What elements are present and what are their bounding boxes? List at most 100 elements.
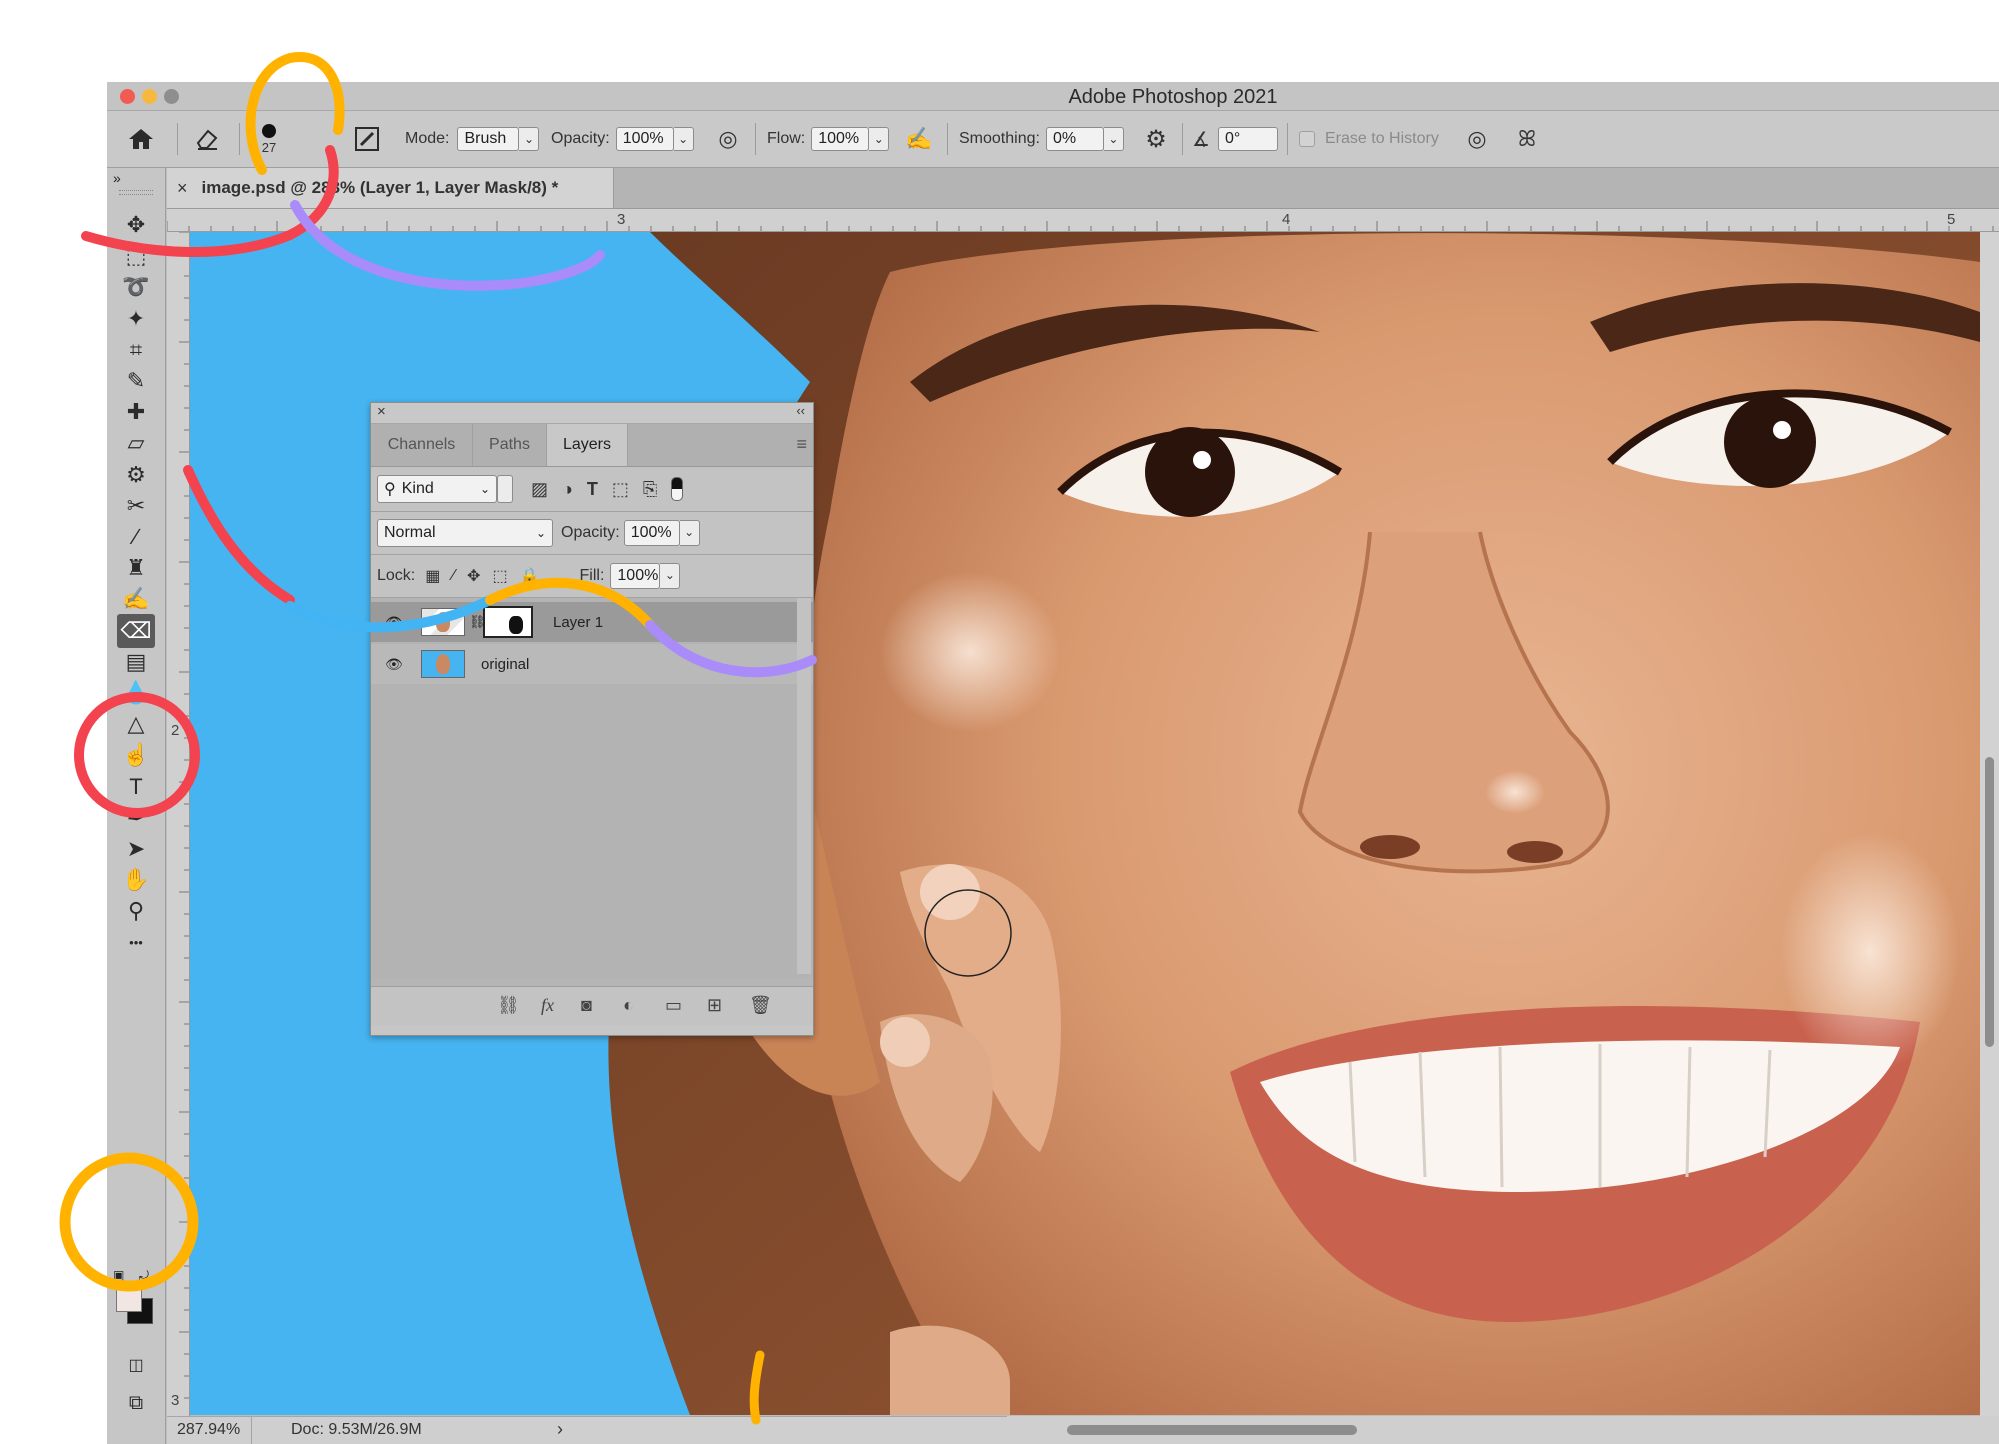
swap-colors-icon[interactable]: ⤾ xyxy=(139,1268,149,1283)
vertical-scrollbar[interactable] xyxy=(1980,232,1999,1417)
angle-input[interactable]: 0° xyxy=(1217,127,1278,151)
symmetry-butterfly-icon[interactable]: ꕤ xyxy=(1510,111,1544,167)
toolbox-grip[interactable] xyxy=(119,190,153,195)
panel-close-icon[interactable]: × xyxy=(377,403,386,420)
new-layer-icon[interactable]: ⊞ xyxy=(707,995,722,1016)
panel-menu-icon[interactable]: ≡ xyxy=(796,434,807,455)
panel-resize-grip[interactable] xyxy=(371,1025,813,1035)
foreground-color-swatch[interactable] xyxy=(116,1286,142,1312)
layer-mask-thumbnail[interactable] xyxy=(483,606,533,638)
link-icon[interactable]: ⛓ xyxy=(497,995,520,1016)
brush-size-picker[interactable]: 27 xyxy=(247,111,291,167)
tab-channels[interactable]: Channels xyxy=(371,424,473,466)
eyedropper-tool-icon[interactable]: ✎ xyxy=(117,364,155,398)
gradient-tool-icon[interactable]: ▤ xyxy=(117,645,155,679)
filter-pixel-icon[interactable]: ▨ xyxy=(531,479,548,500)
eraser-preset-icon[interactable] xyxy=(187,111,227,167)
hand-tool-icon[interactable]: ✋ xyxy=(117,863,155,897)
adjustment-icon[interactable]: ◐ xyxy=(623,995,634,1016)
smudge-tool-icon[interactable]: ☝ xyxy=(117,738,155,772)
visibility-eye-icon[interactable]: 👁 xyxy=(385,614,403,631)
path-selection-tool-icon[interactable]: ➤ xyxy=(117,832,155,866)
more-tools-icon[interactable]: ••• xyxy=(117,926,155,960)
lock-transparent-icon[interactable]: ▦ xyxy=(425,566,440,586)
filter-adjustment-icon[interactable]: ◑ xyxy=(562,479,573,500)
layer-row-layer-1[interactable]: 👁 ⛓ Layer 1 xyxy=(371,602,813,642)
close-tab-icon[interactable]: × xyxy=(177,178,188,199)
spot-healing-tool-icon[interactable]: ✚ xyxy=(117,395,155,429)
filter-toggle-icon[interactable] xyxy=(671,477,684,501)
horizontal-scroll-thumb[interactable] xyxy=(1067,1425,1357,1435)
blur-tool-icon[interactable]: 💧 xyxy=(117,676,155,710)
lock-artboard-icon[interactable]: ⬚ xyxy=(492,566,507,586)
brush-tool-icon[interactable]: ∕ xyxy=(117,520,155,554)
filter-type-icon[interactable]: T xyxy=(587,479,598,500)
move-tool-icon[interactable]: ✥ xyxy=(117,208,155,242)
erase-to-history-checkbox[interactable] xyxy=(1299,131,1315,147)
magic-wand-tool-icon[interactable]: ✦ xyxy=(117,302,155,336)
zoom-tool-icon[interactable]: ⚲ xyxy=(117,894,155,928)
tab-paths[interactable]: Paths xyxy=(473,424,547,466)
lock-image-icon[interactable]: ∕ xyxy=(452,567,455,585)
marquee-tool-icon[interactable]: ⬚ xyxy=(117,239,155,273)
sharpen-tool-icon[interactable]: △ xyxy=(117,707,155,741)
healing-brush-tool-icon[interactable]: ▱ xyxy=(117,426,155,460)
smoothing-options-gear-icon[interactable]: ⚙ xyxy=(1141,111,1171,167)
lock-position-icon[interactable]: ✥ xyxy=(467,566,480,586)
history-brush-tool-icon[interactable]: ✍ xyxy=(117,582,155,616)
fx-icon[interactable]: fx xyxy=(541,995,554,1016)
folder-icon[interactable]: ▭ xyxy=(665,995,682,1016)
fill-input[interactable]: 100% xyxy=(610,563,661,589)
lock-all-icon[interactable]: 🔒 xyxy=(520,566,540,586)
brush-settings-icon[interactable] xyxy=(352,111,382,167)
lasso-tool-icon[interactable]: ➰ xyxy=(117,270,155,304)
eraser-tool-icon[interactable]: ⌫ xyxy=(117,613,155,648)
opacity-input[interactable]: 100% xyxy=(615,127,674,151)
mode-label: Mode: xyxy=(405,130,450,147)
quick-mask-icon[interactable]: ◫ xyxy=(117,1348,155,1382)
status-menu-arrow-icon[interactable]: › xyxy=(557,1419,563,1440)
filter-smart-object-icon[interactable]: ⎘ xyxy=(643,479,657,500)
screen-mode-icon[interactable]: ⧉ xyxy=(117,1386,155,1420)
panel-header[interactable]: × ‹‹ xyxy=(371,403,813,424)
ruler-label: 2 xyxy=(171,722,180,739)
filter-kind-select[interactable]: ⚲ Kind ⌄ xyxy=(377,475,497,503)
layer-row-original[interactable]: 👁 original xyxy=(371,644,813,684)
patch-tool-icon[interactable]: ⚙ xyxy=(117,458,155,492)
type-tool-icon[interactable]: T xyxy=(117,770,155,804)
filter-shape-icon[interactable]: ⬚ xyxy=(612,479,629,500)
content-aware-move-tool-icon[interactable]: ✂ xyxy=(117,489,155,523)
crop-tool-icon[interactable]: ⌗ xyxy=(117,333,155,367)
vertical-scroll-thumb[interactable] xyxy=(1985,757,1994,1047)
panel-collapse-icon[interactable]: ‹‹ xyxy=(796,403,805,418)
toolbox-collapse-icon[interactable]: » xyxy=(113,170,121,186)
smoothing-chevron-icon[interactable]: ⌄ xyxy=(1103,127,1124,151)
pen-tool-icon[interactable]: ✒ xyxy=(117,801,155,835)
flow-input[interactable]: 100% xyxy=(811,127,870,151)
mask-icon[interactable]: ◙ xyxy=(581,995,592,1016)
photoshop-window: Adobe Photoshop 2021 27 Mode: Brush ⌄ Opa… xyxy=(107,82,1999,1444)
opacity-chevron-icon[interactable]: ⌄ xyxy=(673,127,694,151)
layer-filter-row: ⚲ Kind ⌄ ▨ ◑ T ⬚ ⎘ xyxy=(371,467,813,512)
mode-chevron-icon[interactable]: ⌄ xyxy=(519,127,540,151)
blend-mode-select[interactable]: Normal ⌄ xyxy=(377,519,553,547)
pressure-size-icon[interactable]: ◎ xyxy=(1462,111,1492,167)
document-tab[interactable]: × image.psd @ 288% (Layer 1, Layer Mask/… xyxy=(167,168,614,208)
flow-chevron-icon[interactable]: ⌄ xyxy=(869,127,890,151)
trash-icon[interactable]: 🗑 xyxy=(749,995,772,1016)
tab-layers[interactable]: Layers xyxy=(547,424,628,466)
visibility-eye-icon[interactable]: 👁 xyxy=(385,656,403,673)
airbrush-icon[interactable]: ✍ xyxy=(902,111,936,167)
zoom-level[interactable]: 287.94% xyxy=(177,1421,247,1439)
default-colors-icon[interactable]: ▣ xyxy=(113,1268,124,1282)
pressure-opacity-icon[interactable]: ◎ xyxy=(713,111,743,167)
mode-select[interactable]: Brush xyxy=(457,127,520,151)
home-icon[interactable] xyxy=(121,111,161,167)
horizontal-scrollbar[interactable] xyxy=(1007,1416,1999,1444)
clone-stamp-tool-icon[interactable]: ♜ xyxy=(117,551,155,585)
smoothing-input[interactable]: 0% xyxy=(1045,127,1104,151)
layers-scrollbar[interactable] xyxy=(797,598,811,974)
fill-chevron-icon[interactable]: ⌄ xyxy=(660,563,681,589)
layer-opacity-input[interactable]: 100% xyxy=(623,520,680,546)
layer-opacity-chevron-icon[interactable]: ⌄ xyxy=(679,520,700,546)
